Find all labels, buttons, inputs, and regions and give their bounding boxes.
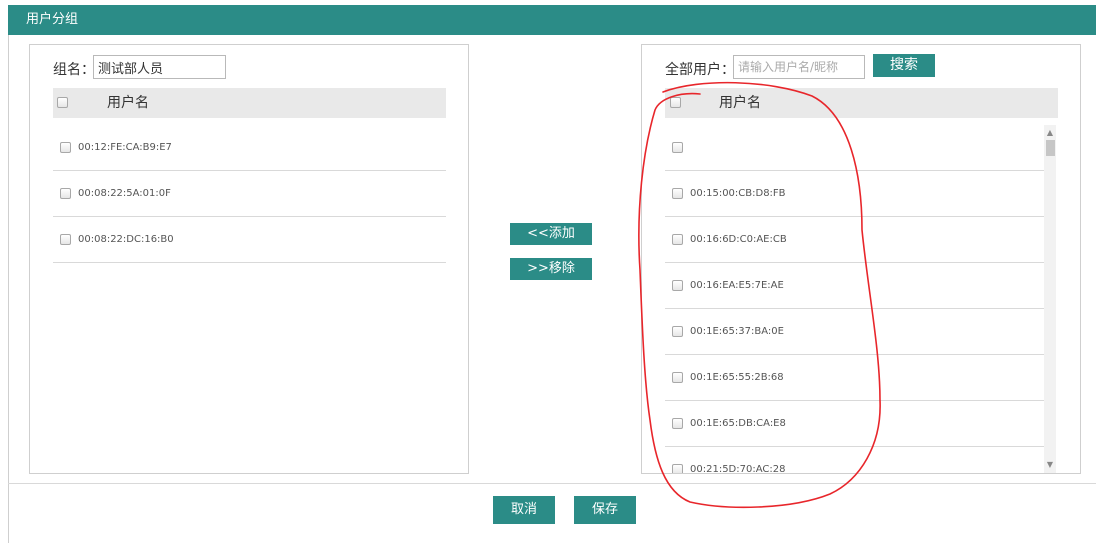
all-users-table-header: 用户名 bbox=[665, 88, 1058, 118]
row-checkbox[interactable] bbox=[672, 326, 683, 337]
table-row[interactable] bbox=[665, 125, 1045, 171]
table-row[interactable]: 00:21:5D:70:AC:28 bbox=[665, 447, 1045, 474]
group-name-label: 组名： bbox=[53, 62, 95, 78]
add-to-group-button[interactable]: <<添加 bbox=[510, 223, 592, 245]
column-header-username: 用户名 bbox=[107, 95, 149, 111]
row-username: 00:1E:65:37:BA:0E bbox=[690, 326, 784, 337]
table-row[interactable]: 00:15:00:CB:D8:FB bbox=[665, 171, 1045, 217]
row-username: 00:08:22:5A:01:0F bbox=[78, 188, 171, 199]
column-header-username: 用户名 bbox=[719, 95, 761, 111]
table-row[interactable]: 00:08:22:DC:16:B0 bbox=[53, 217, 446, 263]
remove-from-group-button[interactable]: >>移除 bbox=[510, 258, 592, 280]
group-name-input[interactable] bbox=[93, 55, 226, 79]
all-users-label: 全部用户： bbox=[665, 62, 735, 78]
row-checkbox[interactable] bbox=[672, 188, 683, 199]
row-username: 00:21:5D:70:AC:28 bbox=[690, 464, 786, 474]
user-list-scrollbar[interactable]: ▲ ▼ bbox=[1044, 125, 1056, 473]
row-checkbox[interactable] bbox=[672, 464, 683, 473]
select-all-users-checkbox[interactable] bbox=[670, 97, 681, 108]
table-row[interactable]: 00:1E:65:37:BA:0E bbox=[665, 309, 1045, 355]
cancel-button[interactable]: 取消 bbox=[493, 496, 555, 524]
user-search-input[interactable] bbox=[733, 55, 865, 79]
table-row[interactable]: 00:1E:65:55:2B:68 bbox=[665, 355, 1045, 401]
table-row[interactable]: 00:16:EA:E5:7E:AE bbox=[665, 263, 1045, 309]
footer-divider bbox=[8, 483, 1096, 484]
row-checkbox[interactable] bbox=[672, 372, 683, 383]
row-checkbox[interactable] bbox=[60, 188, 71, 199]
scroll-down-arrow-icon[interactable]: ▼ bbox=[1044, 459, 1056, 471]
row-checkbox[interactable] bbox=[672, 234, 683, 245]
dialog-title: 用户分组 bbox=[26, 12, 79, 27]
group-members-table-header: 用户名 bbox=[53, 88, 446, 118]
row-checkbox[interactable] bbox=[672, 280, 683, 291]
group-members-panel: 组名： 用户名 00:12:FE:CA:B9:E7 00:08:22:5A:01… bbox=[29, 44, 469, 474]
row-checkbox[interactable] bbox=[60, 234, 71, 245]
row-username: 00:12:FE:CA:B9:E7 bbox=[78, 142, 172, 153]
row-checkbox[interactable] bbox=[672, 142, 683, 153]
table-row[interactable]: 00:12:FE:CA:B9:E7 bbox=[53, 125, 446, 171]
row-username: 00:08:22:DC:16:B0 bbox=[78, 234, 174, 245]
table-row[interactable]: 00:08:22:5A:01:0F bbox=[53, 171, 446, 217]
row-checkbox[interactable] bbox=[60, 142, 71, 153]
scrollbar-thumb[interactable] bbox=[1046, 140, 1055, 156]
table-row[interactable]: 00:1E:65:DB:CA:E8 bbox=[665, 401, 1045, 447]
scroll-up-arrow-icon[interactable]: ▲ bbox=[1044, 127, 1056, 139]
dialog-title-bar: 用户分组 bbox=[8, 5, 1096, 35]
search-button[interactable]: 搜索 bbox=[873, 54, 935, 77]
row-username: 00:16:6D:C0:AE:CB bbox=[690, 234, 787, 245]
row-username: 00:1E:65:DB:CA:E8 bbox=[690, 418, 786, 429]
row-username: 00:1E:65:55:2B:68 bbox=[690, 372, 784, 383]
all-users-panel: 全部用户： 搜索 用户名 00:15:00:CB:D8:FB 00:16:6D:… bbox=[641, 44, 1081, 474]
row-username: 00:16:EA:E5:7E:AE bbox=[690, 280, 784, 291]
table-row[interactable]: 00:16:6D:C0:AE:CB bbox=[665, 217, 1045, 263]
dialog-left-border bbox=[8, 35, 9, 543]
row-username: 00:15:00:CB:D8:FB bbox=[690, 188, 786, 199]
select-all-members-checkbox[interactable] bbox=[57, 97, 68, 108]
row-checkbox[interactable] bbox=[672, 418, 683, 429]
save-button[interactable]: 保存 bbox=[574, 496, 636, 524]
